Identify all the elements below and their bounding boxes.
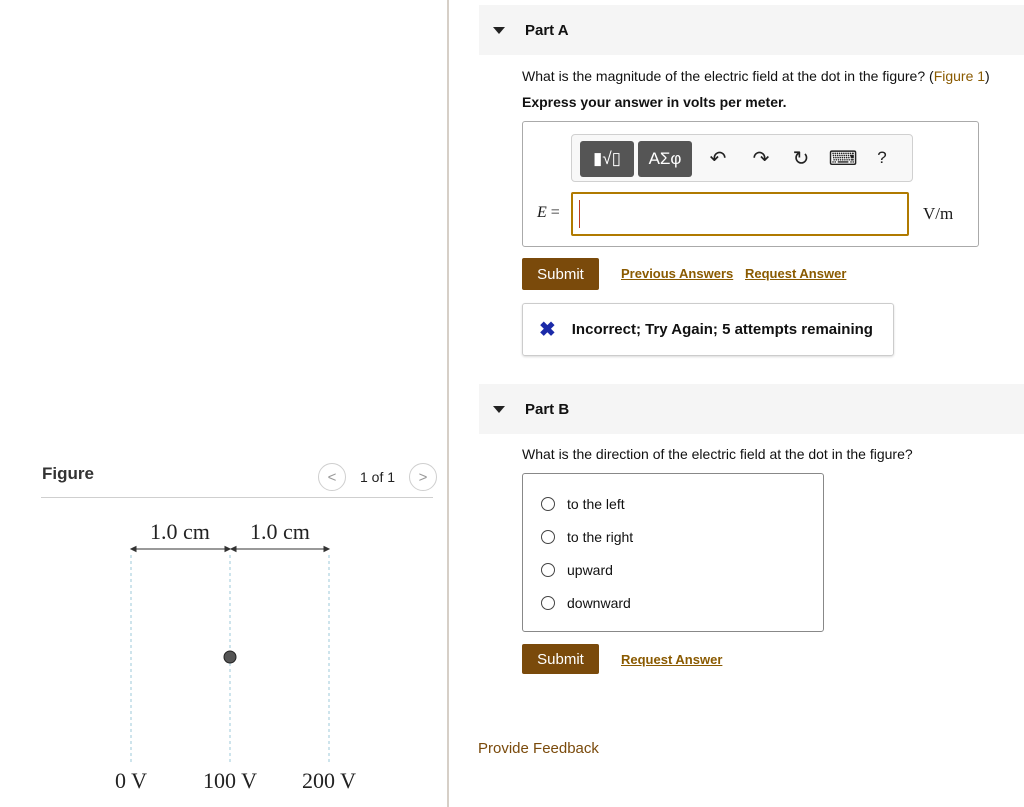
figure-panel: Figure < 1 of 1 > 1.0 cm 1.0 cm 0 V 100 … [0,0,447,807]
voltage-label-200: 200 V [302,768,356,793]
part-b-label: Part B [525,400,570,418]
direction-options: to the left to the right upward downward [522,473,824,632]
dimension-arrows [129,545,331,553]
part-a-request-answer-link[interactable]: Request Answer [745,266,846,281]
question-panel: Part A What is the magnitude of the elec… [449,0,1024,807]
text-caret [579,200,580,228]
figure-divider [41,497,433,498]
radio-button[interactable] [541,497,555,511]
part-a-submit-button[interactable]: Submit [522,258,599,290]
prev-figure-button[interactable]: < [318,463,346,491]
figure-title: Figure [42,464,94,483]
templates-button[interactable]: ▮√▯ [580,141,634,177]
pager-label: 1 of 1 [360,469,396,485]
symbols-button[interactable]: ΑΣφ [638,141,692,177]
part-b-header[interactable]: Part B [479,384,1024,434]
collapse-triangle-icon[interactable] [493,26,505,34]
radio-button[interactable] [541,530,555,544]
provide-feedback-link[interactable]: Provide Feedback [478,740,599,757]
unit-label: V/m [923,204,954,223]
part-a-instruction: Express your answer in volts per meter. [522,94,787,110]
math-toolbar: ▮√▯ ΑΣφ ↶ ↷ ↻ ⌨ ? [571,134,913,182]
part-b-request-answer-link[interactable]: Request Answer [621,652,722,667]
reset-icon[interactable]: ↻ [788,145,814,171]
collapse-triangle-icon[interactable] [493,405,505,413]
option-to-the-left[interactable]: to the left [541,496,625,512]
dimension-label-1: 1.0 cm [150,519,210,544]
dimension-label-2: 1.0 cm [250,519,310,544]
help-icon[interactable]: ? [869,145,895,171]
field-point-dot [223,650,237,664]
radio-button[interactable] [541,563,555,577]
part-b-question: What is the direction of the electric fi… [522,446,913,462]
option-downward[interactable]: downward [541,595,631,611]
keyboard-icon[interactable]: ⌨ [829,145,858,171]
radio-button[interactable] [541,596,555,610]
part-a-label: Part A [525,21,569,39]
variable-label: E = [537,204,560,221]
incorrect-x-icon: ✖ [539,319,556,341]
answer-input[interactable] [571,192,909,236]
figure-diagram: 1.0 cm 1.0 cm 0 V 100 V 200 V [115,519,356,793]
option-upward[interactable]: upward [541,562,613,578]
incorrect-feedback: ✖ Incorrect; Try Again; 5 attempts remai… [522,303,894,356]
figure-link[interactable]: Figure 1 [934,68,985,84]
voltage-label-100: 100 V [203,768,257,793]
answer-box: ▮√▯ ΑΣφ ↶ ↷ ↻ ⌨ ? E = V/m [522,121,979,247]
feedback-text: Incorrect; Try Again; 5 attempts remaini… [571,321,873,338]
part-a-header[interactable]: Part A [479,5,1024,55]
voltage-label-0: 0 V [115,768,147,793]
part-b-submit-button[interactable]: Submit [522,644,599,674]
part-a-question: What is the magnitude of the electric fi… [522,68,990,84]
undo-icon[interactable]: ↶ [705,145,731,171]
figure-pager: < 1 of 1 > [318,463,438,491]
redo-icon[interactable]: ↷ [748,145,774,171]
next-figure-button[interactable]: > [409,463,438,491]
previous-answers-link[interactable]: Previous Answers [621,266,733,281]
option-to-the-right[interactable]: to the right [541,529,633,545]
